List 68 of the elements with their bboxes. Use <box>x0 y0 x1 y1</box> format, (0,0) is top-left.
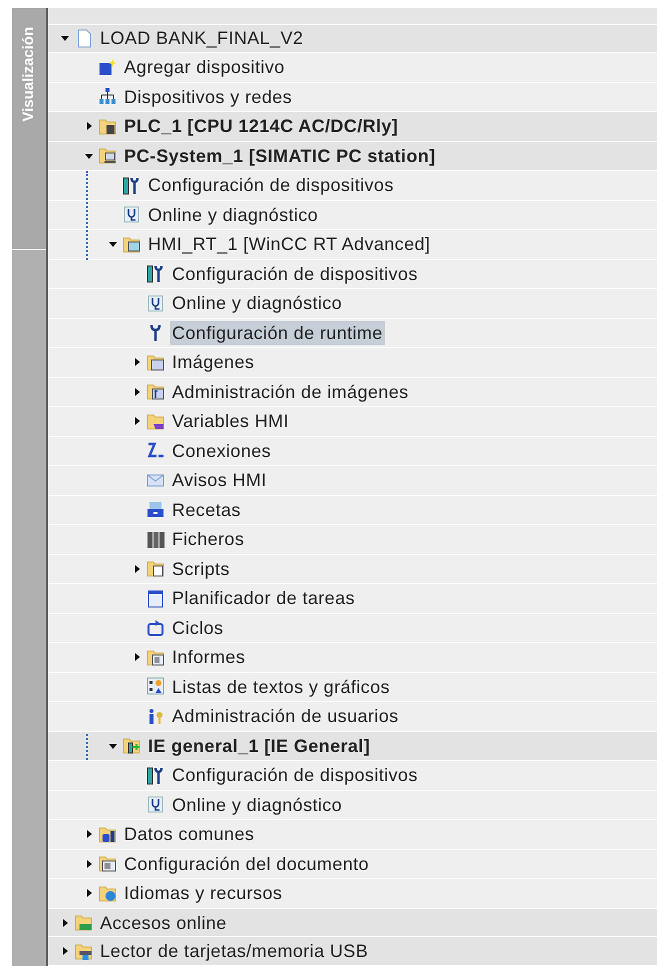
tree-item[interactable]: Avisos HMI <box>170 468 269 492</box>
tree-item[interactable]: Datos comunes <box>122 822 256 846</box>
expand-arrow-icon[interactable] <box>84 888 94 898</box>
hmi-folder-icon <box>122 234 141 254</box>
expand-arrow-icon[interactable] <box>84 829 94 840</box>
plc-folder-icon <box>98 116 117 136</box>
tree-item[interactable]: Ficheros <box>170 527 246 552</box>
device-config-icon <box>122 176 141 195</box>
card-reader-folder-icon <box>74 942 93 961</box>
tree-item[interactable]: Recetas <box>170 498 243 522</box>
reports-folder-icon <box>146 648 165 667</box>
tree-item[interactable]: Configuración del documento <box>122 852 371 876</box>
tree-item[interactable]: Conexiones <box>170 438 274 463</box>
tree-item[interactable]: Configuración de dispositivos <box>170 763 420 788</box>
tree-item[interactable]: Configuración de dispositivos <box>170 262 420 286</box>
expand-arrow-icon[interactable] <box>84 121 94 132</box>
add-device-icon <box>98 58 117 77</box>
ie-folder-icon <box>122 736 141 756</box>
recipe-box-icon <box>146 500 165 520</box>
tree-item[interactable]: Administración de imágenes <box>170 380 411 404</box>
tree-item[interactable]: Online y diagnóstico <box>170 291 344 316</box>
tags-folder-icon <box>146 412 165 431</box>
expand-arrow-icon[interactable] <box>132 416 142 426</box>
collapse-arrow-icon[interactable] <box>108 239 118 250</box>
stethoscope-icon <box>122 205 141 224</box>
scripts-folder-icon <box>146 559 165 578</box>
tree-item[interactable]: Variables HMI <box>170 409 291 434</box>
stethoscope-icon <box>146 294 165 313</box>
tree-item[interactable]: Configuración de runtime <box>170 320 385 345</box>
text-graphic-list-icon <box>146 677 165 696</box>
screen-admin-folder-icon <box>146 382 165 402</box>
pc-folder-icon <box>98 146 117 166</box>
connections-icon <box>146 441 165 460</box>
tree-item[interactable]: HMI_RT_1 [WinCC RT Advanced] <box>146 232 432 256</box>
globe-folder-icon <box>98 884 117 903</box>
tree-item[interactable]: Listas de textos y gráficos <box>170 674 392 699</box>
tree-item[interactable]: Planificador de tareas <box>170 586 357 610</box>
tree-item[interactable]: Scripts <box>170 556 232 581</box>
tree-item[interactable]: Administración de usuarios <box>170 704 401 728</box>
tree-item[interactable]: Configuración de dispositivos <box>146 173 396 198</box>
tree-item[interactable]: Agregar dispositivo <box>122 55 287 80</box>
document-settings-folder-icon <box>98 854 117 874</box>
common-data-folder-icon <box>98 824 117 844</box>
collapse-arrow-icon[interactable] <box>60 33 70 44</box>
cycle-icon <box>146 618 165 638</box>
tree-item[interactable]: Ciclos <box>170 616 226 640</box>
tree-item[interactable]: Idiomas y recursos <box>122 881 284 906</box>
expand-arrow-icon[interactable] <box>132 652 142 662</box>
tree-item[interactable]: Accesos online <box>98 910 229 935</box>
tree-item[interactable]: Online y diagnóstico <box>170 792 344 817</box>
stethoscope-icon <box>146 795 165 814</box>
device-config-icon <box>146 766 165 785</box>
network-icon <box>98 87 117 106</box>
online-access-folder-icon <box>74 913 93 932</box>
expand-arrow-icon[interactable] <box>132 564 142 574</box>
expand-arrow-icon[interactable] <box>132 386 142 397</box>
tree-item[interactable]: Informes <box>170 645 248 670</box>
tree-item[interactable]: Online y diagnóstico <box>146 202 320 227</box>
device-config-icon <box>146 264 165 284</box>
screens-folder-icon <box>146 352 165 372</box>
expand-arrow-icon[interactable] <box>60 946 70 956</box>
expand-arrow-icon[interactable] <box>132 357 142 368</box>
tree-item[interactable]: Imágenes <box>170 350 256 374</box>
tree-item[interactable]: Dispositivos y redes <box>122 84 294 109</box>
binders-icon <box>146 530 165 549</box>
expand-arrow-icon[interactable] <box>84 858 94 869</box>
calendar-icon <box>146 588 165 608</box>
expand-arrow-icon[interactable] <box>60 918 70 928</box>
